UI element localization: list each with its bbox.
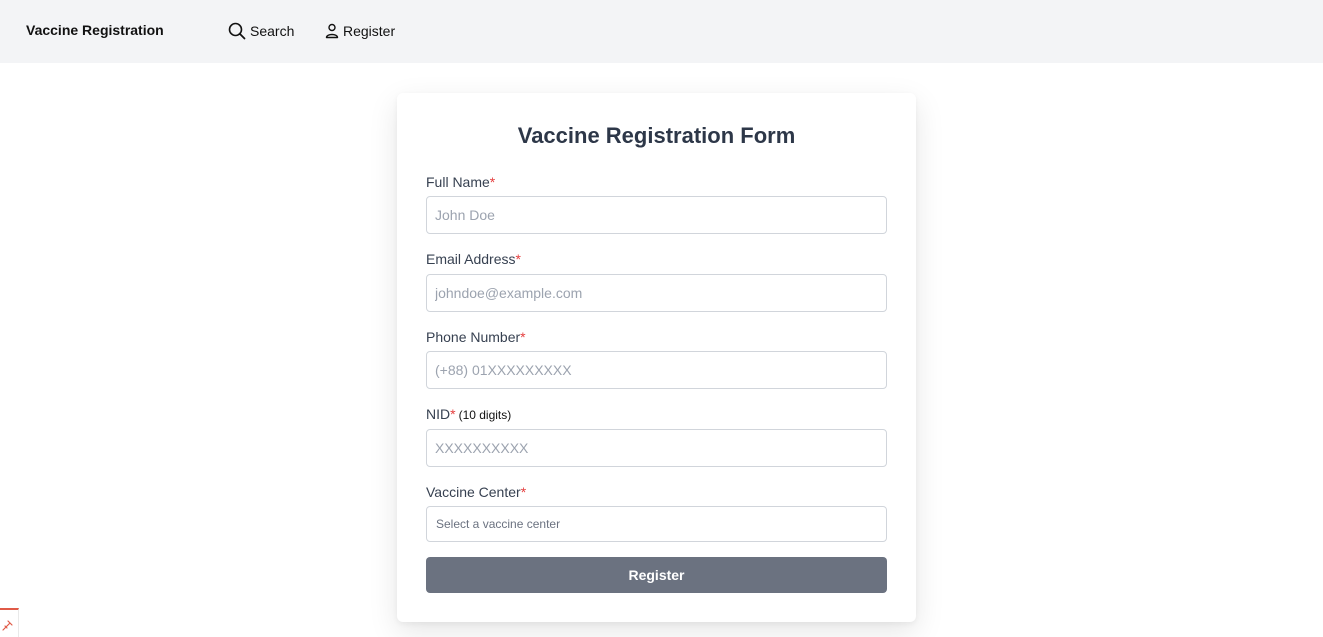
full-name-label: Full Name* <box>426 174 496 190</box>
nid-input[interactable] <box>426 429 887 467</box>
required-marker: * <box>520 484 527 500</box>
email-input[interactable] <box>426 274 887 312</box>
required-marker: * <box>515 251 521 267</box>
nav-register-label: Register <box>343 23 396 39</box>
nav-search-link[interactable]: Search <box>228 20 294 42</box>
vaccine-center-select[interactable]: Select a vaccine center <box>426 506 887 542</box>
phone-label: Phone Number* <box>426 329 526 345</box>
corner-widget[interactable] <box>0 608 19 637</box>
nid-label: NID* (10 digits) <box>426 406 512 422</box>
registration-form-card: Vaccine Registration Form Full Name* Ema… <box>397 93 916 622</box>
brand-title[interactable]: Vaccine Registration <box>26 22 164 38</box>
syringe-icon <box>2 620 13 631</box>
required-marker: * <box>520 329 526 345</box>
user-icon <box>325 23 339 39</box>
nav-register-link[interactable]: Register <box>325 20 395 42</box>
nav-search-label: Search <box>250 23 295 39</box>
register-button[interactable]: Register <box>426 557 887 593</box>
required-marker: * <box>489 174 496 190</box>
required-marker: * <box>450 406 456 422</box>
navbar: Vaccine Registration Search Register <box>0 0 1323 63</box>
vaccine-center-label: Vaccine Center* <box>426 484 527 500</box>
email-label: Email Address* <box>426 251 521 267</box>
search-icon <box>228 22 246 40</box>
vaccine-center-selected: Select a vaccine center <box>436 517 561 531</box>
phone-input[interactable] <box>426 351 887 389</box>
full-name-input[interactable] <box>426 196 887 234</box>
form-title: Vaccine Registration Form <box>517 123 796 148</box>
nid-hint: (10 digits) <box>458 408 512 422</box>
